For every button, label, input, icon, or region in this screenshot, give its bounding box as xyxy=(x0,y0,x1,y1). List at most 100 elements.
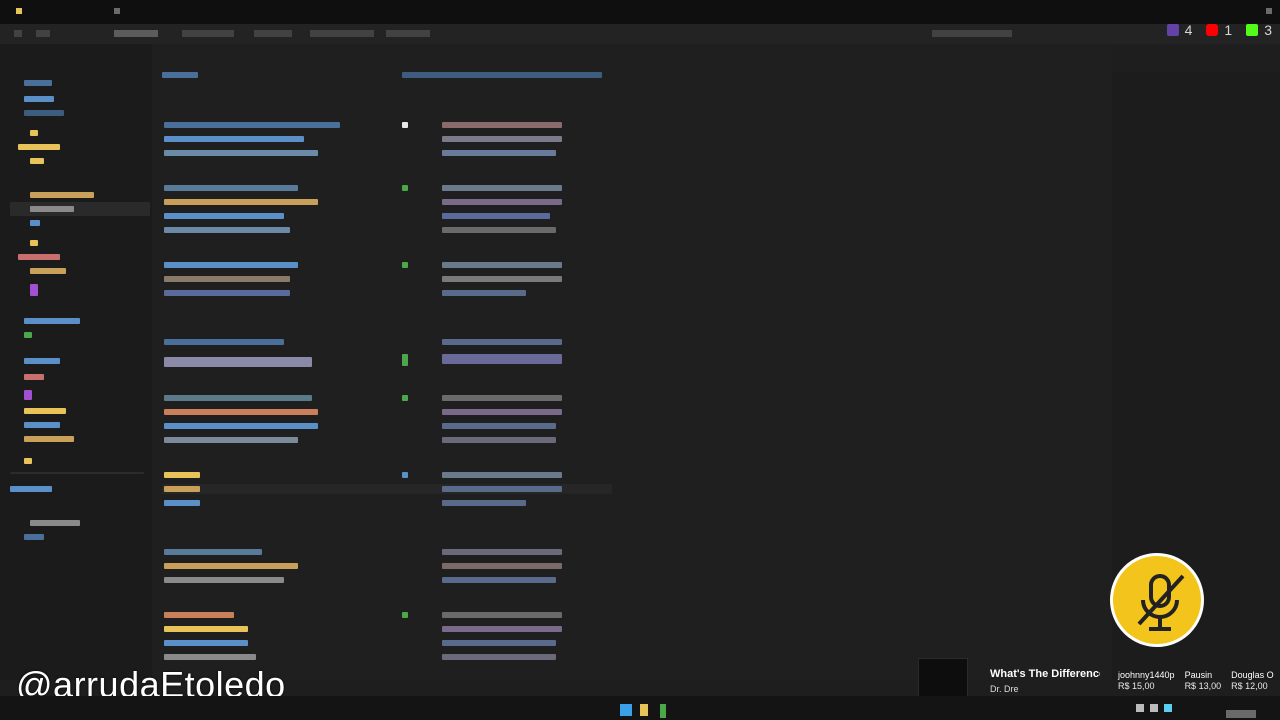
code-line xyxy=(164,577,284,583)
code-line xyxy=(164,262,298,268)
sidebar-tree-item[interactable] xyxy=(30,158,44,164)
code-line xyxy=(164,213,284,219)
tab[interactable] xyxy=(386,30,430,37)
mic-muted-icon xyxy=(1137,574,1185,631)
track-title: What's The Difference xyxy=(990,668,1100,680)
code-line xyxy=(164,136,304,142)
sidebar-tree-item[interactable] xyxy=(18,254,60,260)
gutter-marker xyxy=(402,262,408,268)
code-line xyxy=(442,437,556,443)
code-line xyxy=(164,395,312,401)
sidebar-tree-item[interactable] xyxy=(24,96,54,102)
taskbar-app-icon[interactable] xyxy=(660,704,666,718)
youtube-icon xyxy=(1206,24,1219,36)
donor-item: Pausin R$ 13,00 xyxy=(1185,670,1222,692)
donor-name: Pausin xyxy=(1184,670,1213,680)
code-line xyxy=(164,626,248,632)
window-titlebar xyxy=(0,0,1280,24)
sidebar-tree-item[interactable] xyxy=(24,374,44,380)
twitch-icon xyxy=(1166,24,1179,36)
sidebar-tree-item[interactable] xyxy=(30,206,74,212)
taskbar-app-icon[interactable] xyxy=(640,704,648,716)
code-line xyxy=(162,72,198,78)
tray-icon[interactable] xyxy=(1164,704,1172,712)
code-line xyxy=(164,357,312,367)
track-artist: Dr. Dre xyxy=(990,684,1019,694)
code-line xyxy=(164,339,284,345)
code-line xyxy=(164,654,256,660)
gutter-marker xyxy=(402,612,408,618)
code-line xyxy=(442,423,556,429)
donor-amount: R$ 12,00 xyxy=(1231,681,1268,691)
donor-name: Douglas O xyxy=(1231,670,1274,680)
sidebar-tree-item[interactable] xyxy=(24,358,60,364)
sidebar-tree-item[interactable] xyxy=(10,486,52,492)
sidebar-tree-item[interactable] xyxy=(30,520,80,526)
code-line xyxy=(164,227,290,233)
mic-muted-badge xyxy=(1110,553,1204,647)
clock-display[interactable] xyxy=(1226,710,1256,718)
code-line xyxy=(164,549,262,555)
code-line xyxy=(164,500,200,506)
sidebar-tree-item[interactable] xyxy=(30,220,40,226)
sidebar-tree-item[interactable] xyxy=(24,332,32,338)
code-line xyxy=(442,409,562,415)
sidebar-tree-item[interactable] xyxy=(30,268,66,274)
code-line xyxy=(442,500,526,506)
code-line xyxy=(442,213,550,219)
sidebar-tree-item[interactable] xyxy=(24,534,44,540)
donor-item: Douglas O R$ 12,00 xyxy=(1231,670,1274,692)
twitch-counter: 4 xyxy=(1166,22,1192,38)
tab[interactable] xyxy=(310,30,374,37)
sidebar-tree-item[interactable] xyxy=(30,130,38,136)
donation-list: joohnny1440p R$ 15,00 Pausin R$ 13,00 Do… xyxy=(1118,670,1274,692)
tab[interactable] xyxy=(254,30,292,37)
code-line xyxy=(442,549,562,555)
code-editor[interactable] xyxy=(152,44,1112,680)
code-line xyxy=(442,612,562,618)
sidebar-tree-item[interactable] xyxy=(24,436,74,442)
code-line xyxy=(442,227,556,233)
sidebar-tree-item[interactable] xyxy=(30,284,38,296)
window-control[interactable] xyxy=(1266,8,1272,14)
donor-amount: R$ 15,00 xyxy=(1118,681,1155,691)
sidebar-tree-item[interactable] xyxy=(24,318,80,324)
code-line xyxy=(442,577,556,583)
tab[interactable] xyxy=(114,30,158,37)
sidebar-tree-item[interactable] xyxy=(24,458,32,464)
code-line xyxy=(164,612,234,618)
tab[interactable] xyxy=(182,30,234,37)
code-line xyxy=(442,136,562,142)
code-line xyxy=(164,290,290,296)
sidebar-tree-item[interactable] xyxy=(24,422,60,428)
code-line xyxy=(442,339,562,345)
sidebar-tree-item[interactable] xyxy=(24,110,64,116)
gutter-marker xyxy=(402,122,408,128)
code-line xyxy=(164,122,340,128)
code-line xyxy=(442,199,562,205)
donor-item: joohnny1440p R$ 15,00 xyxy=(1118,670,1175,692)
sidebar-tree-item[interactable] xyxy=(18,144,60,150)
window-control[interactable] xyxy=(114,8,120,14)
sidebar-tree-item[interactable] xyxy=(24,80,52,86)
gutter-marker xyxy=(402,472,408,478)
sidebar-tree-item[interactable] xyxy=(24,390,32,400)
tray-icon[interactable] xyxy=(1150,704,1158,712)
tab[interactable] xyxy=(932,30,1012,37)
sidebar-tree-item[interactable] xyxy=(30,240,38,246)
code-line xyxy=(164,276,290,282)
code-line xyxy=(442,640,556,646)
windows-start-icon[interactable] xyxy=(620,704,632,716)
code-line xyxy=(442,150,556,156)
code-line xyxy=(164,423,318,429)
editor-tab-bar xyxy=(0,24,1280,44)
code-line xyxy=(164,199,318,205)
tray-icon[interactable] xyxy=(1136,704,1144,712)
sidebar-tree-item[interactable] xyxy=(30,192,94,198)
kick-icon xyxy=(1246,24,1259,36)
sidebar-tree-item[interactable] xyxy=(24,408,66,414)
tab[interactable] xyxy=(36,30,50,37)
tab[interactable] xyxy=(14,30,22,37)
code-line xyxy=(442,626,562,632)
code-line xyxy=(442,122,562,128)
